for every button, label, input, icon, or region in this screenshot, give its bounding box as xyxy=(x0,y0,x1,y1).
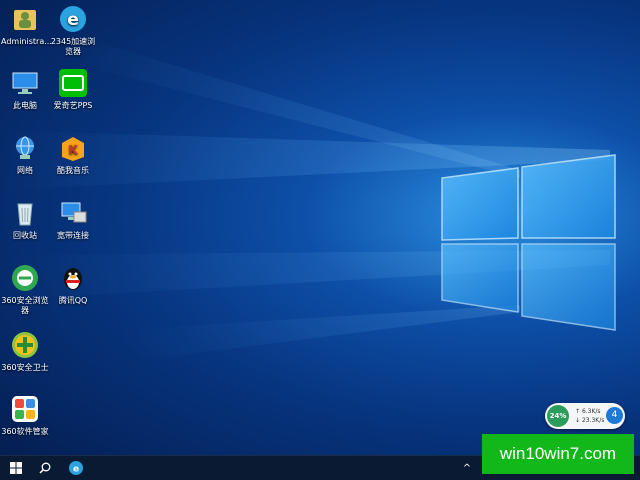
browser-icon: e xyxy=(69,461,83,475)
upload-speed: ↑ 6.3K/s xyxy=(575,408,601,415)
network-speed-widget[interactable]: 24% ↑ 6.3K/s ↓ 23.3K/s 4 xyxy=(545,403,625,429)
icon-label: 2345加速浏览器 xyxy=(50,37,96,56)
computer-icon xyxy=(10,68,40,98)
kuwo-music-icon: K xyxy=(58,133,88,163)
icon-label: 宽带连接 xyxy=(57,231,89,240)
icon-administrator[interactable]: Administra... xyxy=(0,4,52,47)
360-browser-icon xyxy=(10,263,40,293)
2345-browser-icon: e xyxy=(58,4,88,34)
taskbar-browser-button[interactable]: e xyxy=(63,456,89,480)
download-speed-value: 23.3K/s xyxy=(581,417,605,424)
icon-360-browser[interactable]: 360安全浏览器 xyxy=(0,263,50,316)
icon-kuwo-music[interactable]: K 酷我音乐 xyxy=(48,133,98,176)
360-safe-icon xyxy=(10,330,40,360)
icon-label: 360软件管家 xyxy=(1,427,49,436)
windows-start-icon xyxy=(10,462,22,474)
icon-label: 爱奇艺PPS xyxy=(53,101,93,110)
download-speed: ↓ 23.3K/s xyxy=(575,417,605,424)
icon-360-software[interactable]: 360软件管家 xyxy=(0,394,50,437)
boost-badge[interactable]: 4 xyxy=(606,407,623,424)
icon-broadband[interactable]: 宽带连接 xyxy=(48,198,98,241)
icon-this-pc[interactable]: 此电脑 xyxy=(0,68,50,111)
icon-label: 回收站 xyxy=(13,231,37,240)
icon-360-safe[interactable]: 360安全卫士 xyxy=(0,330,50,373)
broadband-connection-icon xyxy=(58,198,88,228)
search-icon xyxy=(39,462,51,474)
icon-label: 酷我音乐 xyxy=(57,166,89,175)
search-button[interactable] xyxy=(32,456,58,480)
memory-usage-percent: 24% xyxy=(547,405,569,427)
user-folder-icon xyxy=(10,4,40,34)
network-icon xyxy=(10,133,40,163)
desktop: Administra... 此电脑 网络 回收站 360安全浏览器 360安全卫… xyxy=(0,0,640,456)
icon-iqiyi[interactable]: 爱奇艺PPS xyxy=(48,68,98,111)
tray-overflow-button[interactable]: ^ xyxy=(458,456,476,480)
icon-label: 360安全卫士 xyxy=(1,363,49,372)
icon-tencent-qq[interactable]: 腾讯QQ xyxy=(48,263,98,306)
start-button[interactable] xyxy=(3,456,29,480)
icon-label: 360安全浏览器 xyxy=(1,296,49,315)
recycle-bin-icon xyxy=(10,198,40,228)
360-software-manager-icon xyxy=(10,394,40,424)
icon-network[interactable]: 网络 xyxy=(0,133,50,176)
icon-label: Administra... xyxy=(1,37,52,46)
icon-2345-browser[interactable]: e 2345加速浏览器 xyxy=(48,4,98,57)
icon-recycle-bin[interactable]: 回收站 xyxy=(0,198,50,241)
icon-label: 此电脑 xyxy=(13,101,37,110)
upload-speed-value: 6.3K/s xyxy=(581,408,601,415)
iqiyi-icon xyxy=(58,68,88,98)
svg-text:K: K xyxy=(68,143,78,157)
icon-label: 网络 xyxy=(17,166,33,175)
svg-text:e: e xyxy=(73,465,79,475)
icon-label: 腾讯QQ xyxy=(58,296,88,305)
chevron-up-icon: ^ xyxy=(462,462,472,474)
watermark: win10win7.com xyxy=(482,434,634,474)
qq-penguin-icon xyxy=(58,263,88,293)
svg-text:e: e xyxy=(67,10,79,30)
